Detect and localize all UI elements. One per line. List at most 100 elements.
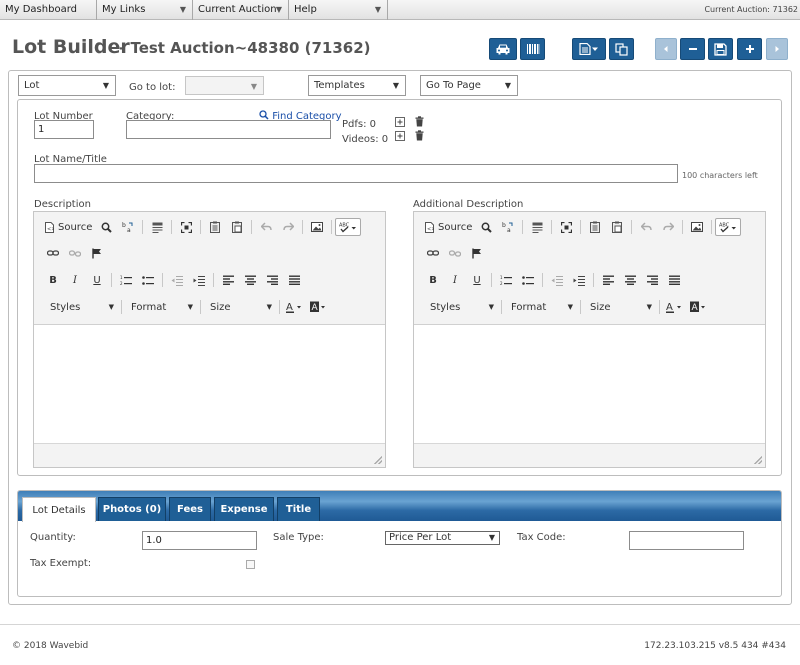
justify-button[interactable] bbox=[283, 270, 305, 290]
delete-pdf-button[interactable] bbox=[415, 116, 424, 130]
car-button[interactable] bbox=[489, 38, 517, 60]
templates-select[interactable]: Templates ▼ bbox=[308, 75, 406, 96]
add-video-button[interactable] bbox=[395, 131, 405, 144]
goto-lot-select[interactable]: ▼ bbox=[185, 76, 264, 95]
bold-button[interactable]: B bbox=[422, 270, 444, 290]
undo-icon bbox=[640, 222, 652, 231]
svg-text:A: A bbox=[666, 302, 673, 313]
quantity-input[interactable]: 1.0 bbox=[142, 531, 257, 550]
align-left-button[interactable] bbox=[597, 270, 619, 290]
redo-button[interactable] bbox=[657, 217, 679, 237]
replace-button[interactable]: ba bbox=[117, 217, 139, 237]
undo-button[interactable] bbox=[255, 217, 277, 237]
align-right-button[interactable] bbox=[641, 270, 663, 290]
source-button[interactable]: <> Source bbox=[422, 217, 475, 237]
nav-my-dashboard[interactable]: My Dashboard bbox=[0, 0, 97, 20]
paste-text-button[interactable] bbox=[204, 217, 226, 237]
delete-lot-button[interactable] bbox=[680, 38, 705, 60]
copy-button[interactable] bbox=[609, 38, 634, 60]
undo-button[interactable] bbox=[635, 217, 657, 237]
paste-word-button[interactable] bbox=[226, 217, 248, 237]
outdent-button[interactable] bbox=[546, 270, 568, 290]
align-center-icon bbox=[244, 275, 256, 285]
maximize-button[interactable] bbox=[555, 217, 577, 237]
goto-page-select[interactable]: Go To Page ▼ bbox=[420, 75, 518, 96]
link-button[interactable] bbox=[422, 243, 444, 263]
find-button[interactable] bbox=[475, 217, 497, 237]
add-lot-button[interactable] bbox=[737, 38, 762, 60]
format-combo[interactable]: Format ▼ bbox=[505, 297, 577, 317]
anchor-button[interactable] bbox=[86, 243, 108, 263]
nav-my-links[interactable]: My Links ▼ bbox=[97, 0, 193, 20]
tax-exempt-checkbox[interactable] bbox=[246, 560, 255, 569]
spellcheck-button[interactable]: ABC bbox=[715, 218, 742, 236]
tab-lot-details[interactable]: Lot Details bbox=[22, 497, 96, 522]
source-button[interactable]: <> Source bbox=[42, 217, 95, 237]
background-color-button[interactable]: A bbox=[687, 297, 711, 317]
background-color-button[interactable]: A bbox=[307, 297, 331, 317]
resize-handle-icon[interactable] bbox=[754, 456, 762, 464]
text-color-button[interactable]: A bbox=[283, 297, 307, 317]
sale-type-select[interactable]: Price Per Lot ▼ bbox=[385, 531, 500, 545]
category-input[interactable] bbox=[126, 120, 331, 139]
barcode-button[interactable] bbox=[520, 38, 545, 60]
unlink-button[interactable] bbox=[444, 243, 466, 263]
image-button[interactable] bbox=[306, 217, 328, 237]
resize-handle-icon[interactable] bbox=[374, 456, 382, 464]
replace-button[interactable]: ba bbox=[497, 217, 519, 237]
next-lot-button[interactable] bbox=[766, 38, 788, 60]
align-center-button[interactable] bbox=[239, 270, 261, 290]
maximize-button[interactable] bbox=[175, 217, 197, 237]
outdent-button[interactable] bbox=[166, 270, 188, 290]
text-color-button[interactable]: A bbox=[663, 297, 687, 317]
chevron-down-icon: ▼ bbox=[102, 81, 109, 90]
styles-combo[interactable]: Styles ▼ bbox=[44, 297, 118, 317]
save-button[interactable] bbox=[708, 38, 733, 60]
lot-select[interactable]: Lot ▼ bbox=[18, 75, 116, 96]
styles-combo[interactable]: Styles ▼ bbox=[424, 297, 498, 317]
tab-fees[interactable]: Fees bbox=[169, 497, 211, 521]
indent-button[interactable] bbox=[188, 270, 210, 290]
indent-button[interactable] bbox=[568, 270, 590, 290]
underline-button[interactable]: U bbox=[86, 270, 108, 290]
numbered-list-button[interactable]: 12 bbox=[115, 270, 137, 290]
size-combo[interactable]: Size ▼ bbox=[584, 297, 656, 317]
bullet-list-button[interactable] bbox=[137, 270, 159, 290]
unlink-button[interactable] bbox=[64, 243, 86, 263]
nav-current-auction[interactable]: Current Auction ▼ bbox=[193, 0, 289, 20]
lot-number-input[interactable]: 1 bbox=[34, 120, 94, 139]
underline-button[interactable]: U bbox=[466, 270, 488, 290]
document-menu-button[interactable] bbox=[572, 38, 606, 60]
redo-button[interactable] bbox=[277, 217, 299, 237]
delete-video-button[interactable] bbox=[415, 130, 424, 144]
align-center-button[interactable] bbox=[619, 270, 641, 290]
tab-expense[interactable]: Expense bbox=[214, 497, 274, 521]
format-combo[interactable]: Format ▼ bbox=[125, 297, 197, 317]
previous-lot-button[interactable] bbox=[655, 38, 677, 60]
justify-button[interactable] bbox=[663, 270, 685, 290]
align-right-button[interactable] bbox=[261, 270, 283, 290]
size-combo[interactable]: Size ▼ bbox=[204, 297, 276, 317]
find-button[interactable] bbox=[95, 217, 117, 237]
lot-name-input[interactable] bbox=[34, 164, 678, 183]
toolbar-separator bbox=[302, 220, 304, 234]
link-button[interactable] bbox=[42, 243, 64, 263]
bullet-list-button[interactable] bbox=[517, 270, 539, 290]
align-left-button[interactable] bbox=[217, 270, 239, 290]
tab-photos[interactable]: Photos (0) bbox=[98, 497, 166, 521]
tab-title[interactable]: Title bbox=[277, 497, 320, 521]
paste-text-button[interactable] bbox=[584, 217, 606, 237]
tax-code-input[interactable] bbox=[629, 531, 744, 550]
paste-word-button[interactable] bbox=[606, 217, 628, 237]
image-button[interactable] bbox=[686, 217, 708, 237]
italic-button[interactable]: I bbox=[64, 270, 86, 290]
template-button[interactable] bbox=[526, 217, 548, 237]
bold-button[interactable]: B bbox=[42, 270, 64, 290]
spellcheck-button[interactable]: ABC bbox=[335, 218, 362, 236]
nav-help[interactable]: Help ▼ bbox=[289, 0, 388, 20]
add-pdf-button[interactable] bbox=[395, 117, 405, 130]
numbered-list-button[interactable]: 12 bbox=[495, 270, 517, 290]
template-button[interactable] bbox=[146, 217, 168, 237]
italic-button[interactable]: I bbox=[444, 270, 466, 290]
anchor-button[interactable] bbox=[466, 243, 488, 263]
